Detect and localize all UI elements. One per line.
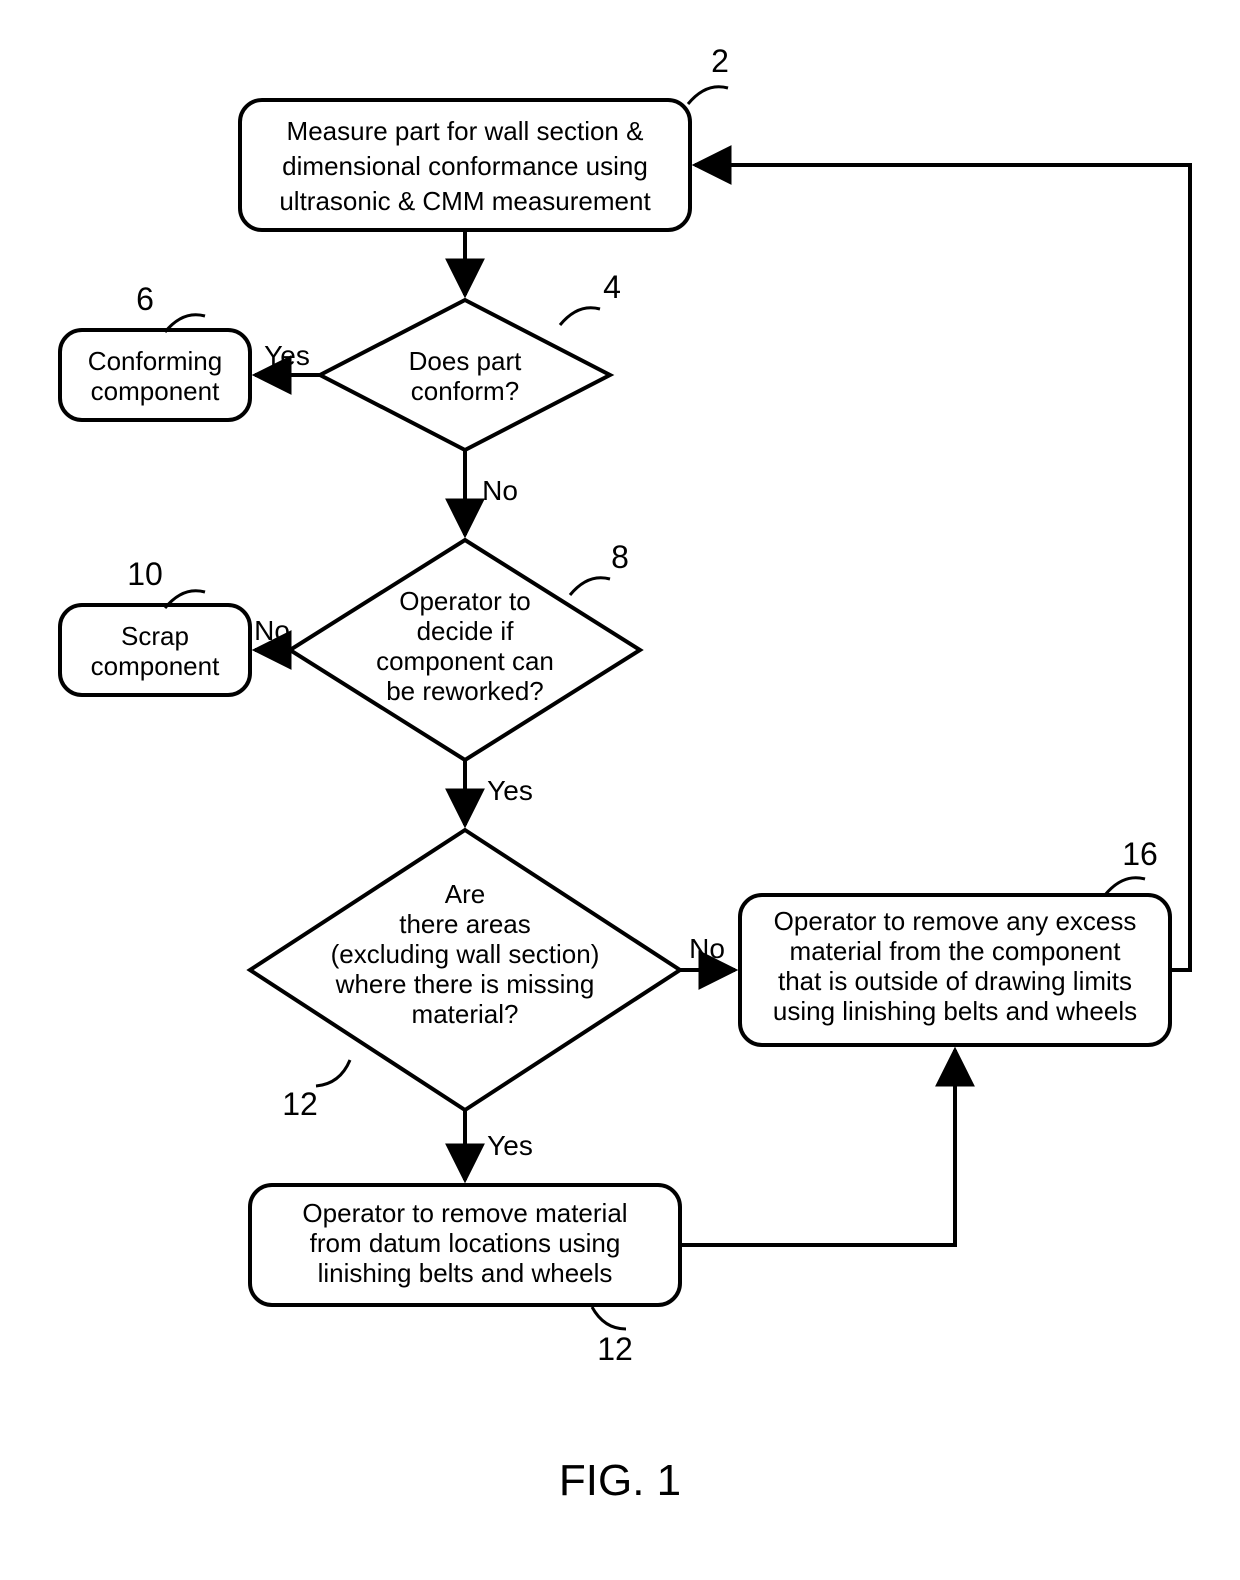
- node-conforming: Conforming component 6: [60, 281, 250, 420]
- node-scrap-line1: Scrap: [121, 621, 189, 651]
- node-remove-excess: Operator to remove any excess material f…: [740, 836, 1170, 1045]
- node-rework-line2: decide if: [417, 616, 515, 646]
- node-measure-line1: Measure part for wall section &: [287, 116, 644, 146]
- ref-tick-conform: [560, 308, 600, 325]
- node-datum-line1: Operator to remove material: [302, 1198, 627, 1228]
- ref-datum: 12: [597, 1331, 633, 1367]
- ref-rework: 8: [611, 539, 629, 575]
- node-conform-decision: Does part conform? 4: [320, 269, 621, 450]
- node-missing-line4: where there is missing: [335, 969, 595, 999]
- label-missing-yes: Yes: [487, 1130, 533, 1161]
- node-scrap-line2: component: [91, 651, 220, 681]
- node-excess-line3: that is outside of drawing limits: [778, 966, 1132, 996]
- node-measure-line3: ultrasonic & CMM measurement: [279, 186, 651, 216]
- figure-label: FIG. 1: [559, 1456, 681, 1505]
- node-conforming-line1: Conforming: [88, 346, 222, 376]
- ref-tick-excess: [1105, 878, 1145, 895]
- node-rework-line1: Operator to: [399, 586, 531, 616]
- edge-excess-to-measure: [695, 165, 1190, 970]
- node-rework-decision: Operator to decide if component can be r…: [290, 539, 640, 760]
- ref-tick-measure: [688, 87, 728, 104]
- node-datum-line2: from datum locations using: [310, 1228, 621, 1258]
- node-conform-line2: conform?: [411, 376, 519, 406]
- node-conforming-line2: component: [91, 376, 220, 406]
- label-conform-yes: Yes: [264, 340, 310, 371]
- node-missing-line1: Are: [445, 879, 485, 909]
- ref-tick-missing: [316, 1060, 350, 1086]
- node-excess-line4: using linishing belts and wheels: [773, 996, 1137, 1026]
- node-missing-line3: (excluding wall section): [331, 939, 600, 969]
- label-conform-no: No: [482, 475, 518, 506]
- node-rework-line4: be reworked?: [386, 676, 544, 706]
- ref-measure: 2: [711, 43, 729, 79]
- ref-conforming: 6: [136, 281, 154, 317]
- label-rework-no: No: [254, 615, 290, 646]
- node-missing-decision: Are there areas (excluding wall section)…: [250, 830, 680, 1122]
- node-rework-line3: component can: [376, 646, 554, 676]
- node-missing-line2: there areas: [399, 909, 531, 939]
- node-measure-line2: dimensional conformance using: [282, 151, 648, 181]
- node-conform-line1: Does part: [409, 346, 522, 376]
- node-excess-line1: Operator to remove any excess: [774, 906, 1137, 936]
- node-remove-datum: Operator to remove material from datum l…: [250, 1185, 680, 1367]
- label-missing-no: No: [689, 933, 725, 964]
- node-missing-line5: material?: [412, 999, 519, 1029]
- ref-scrap: 10: [127, 556, 163, 592]
- ref-excess: 16: [1122, 836, 1158, 872]
- node-excess-line2: material from the component: [790, 936, 1122, 966]
- ref-missing: 12: [282, 1086, 318, 1122]
- ref-tick-rework: [570, 578, 610, 595]
- node-scrap: Scrap component 10: [60, 556, 250, 695]
- node-datum-line3: linishing belts and wheels: [318, 1258, 613, 1288]
- label-rework-yes: Yes: [487, 775, 533, 806]
- flowchart: Measure part for wall section & dimensio…: [0, 0, 1240, 1580]
- ref-conform: 4: [603, 269, 621, 305]
- edge-datum-to-excess: [680, 1050, 955, 1245]
- node-measure: Measure part for wall section & dimensio…: [240, 43, 729, 230]
- ref-tick-datum: [592, 1307, 626, 1329]
